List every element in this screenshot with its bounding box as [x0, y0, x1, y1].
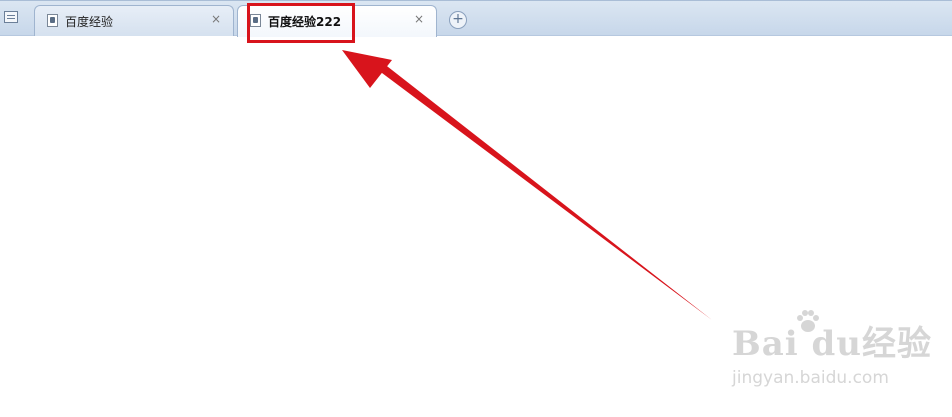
watermark-brand: Bai du经验 — [732, 324, 933, 364]
watermark: Bai du经验 jingyan.baidu.com — [732, 310, 942, 396]
watermark-url: jingyan.baidu.com — [732, 368, 889, 388]
